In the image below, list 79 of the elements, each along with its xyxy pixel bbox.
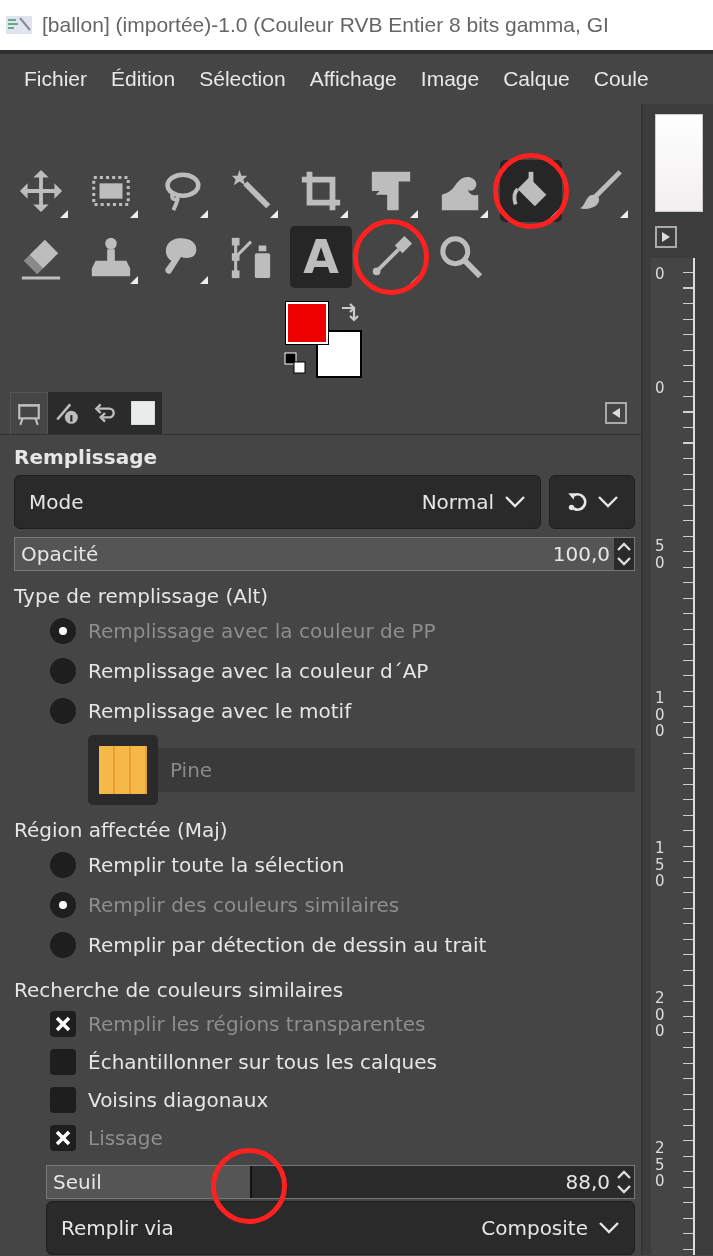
spin-arrows-icon xyxy=(614,538,634,570)
radio-button[interactable] xyxy=(50,658,76,684)
ruler-label: 50 xyxy=(655,538,666,571)
color-swatch[interactable] xyxy=(316,330,362,378)
tool-button[interactable]: A xyxy=(290,226,352,288)
chevron-down-icon xyxy=(598,1221,620,1235)
radio-button[interactable] xyxy=(50,932,76,958)
slider-label: Seuil xyxy=(52,1170,103,1194)
dock-tab[interactable] xyxy=(48,392,86,434)
ruler-label: 250 xyxy=(655,1140,666,1190)
navigate-button[interactable] xyxy=(655,226,677,248)
checkbox[interactable] xyxy=(50,1049,76,1075)
panel-title: Remplissage xyxy=(14,445,159,471)
reset-dropdown[interactable] xyxy=(549,475,635,529)
move-icon xyxy=(18,168,64,214)
menu-item[interactable]: Coule xyxy=(581,67,661,91)
wood-pattern-swatch xyxy=(99,746,147,794)
radio-button[interactable] xyxy=(50,618,76,644)
corner-triangle-icon xyxy=(200,210,208,218)
radio-label: Remplir toute la sélection xyxy=(88,853,345,877)
corner-triangle-icon xyxy=(410,210,418,218)
ruler-label: 0 xyxy=(655,266,666,283)
triangle-left-icon xyxy=(610,407,622,419)
corner-triangle-icon xyxy=(130,210,138,218)
opacity-slider[interactable]: Opacité 100,0 xyxy=(14,537,635,571)
ruler-label: 200 xyxy=(655,990,666,1040)
fill-via-dropdown[interactable]: Remplir via Composite xyxy=(46,1201,635,1255)
dock-tab[interactable] xyxy=(10,392,48,434)
pattern-button[interactable] xyxy=(88,735,158,805)
checkbox-label: Remplir les régions transparentes xyxy=(88,1012,426,1036)
checkbox[interactable] xyxy=(50,1125,76,1151)
corner-triangle-icon xyxy=(480,210,488,218)
dock-menu-button[interactable] xyxy=(605,402,627,424)
radio-label: Remplir des couleurs similaires xyxy=(88,893,400,917)
checkbox[interactable] xyxy=(50,1011,76,1037)
section-label: Recherche de couleurs similaires xyxy=(14,977,345,1004)
default-colors-icon[interactable] xyxy=(284,352,306,374)
chevron-down-icon xyxy=(504,495,526,509)
corner-triangle-icon xyxy=(60,210,68,218)
checkbox-label: Échantillonner sur tous les calques xyxy=(88,1050,437,1074)
checkbox-label: Lissage xyxy=(88,1126,163,1150)
radio-label: Remplissage avec le motif xyxy=(88,699,352,723)
slider-value: 88,0 xyxy=(565,1170,610,1194)
radio-button[interactable] xyxy=(50,852,76,878)
triangle-right-icon xyxy=(660,231,672,243)
radio-button[interactable] xyxy=(50,698,76,724)
image-thumbnail-icon xyxy=(130,400,156,426)
menu-item[interactable]: Sélection xyxy=(187,67,298,91)
checkbox[interactable] xyxy=(50,1087,76,1113)
radio-label: Remplissage avec la couleur d´AP xyxy=(88,659,429,683)
corner-triangle-icon xyxy=(620,210,628,218)
chevron-down-icon xyxy=(597,495,619,509)
menu-item[interactable]: Affichage xyxy=(297,67,409,91)
menu-item[interactable]: Calque xyxy=(491,67,582,91)
radio-label: Remplir par détection de dessin au trait xyxy=(88,933,487,957)
dock-tab[interactable] xyxy=(124,392,162,434)
corner-triangle-icon xyxy=(270,210,278,218)
ruler-label: 100 xyxy=(655,690,666,740)
mode-dropdown[interactable]: Mode Normal xyxy=(14,475,541,529)
radio-button[interactable] xyxy=(50,892,76,918)
zoom-icon xyxy=(438,234,484,280)
slider-label: Opacité xyxy=(20,542,100,566)
checkbox-label: Voisins diagonaux xyxy=(88,1088,269,1112)
ruler-label: 150 xyxy=(655,840,666,890)
ruler-label: 0 xyxy=(655,380,666,397)
section-label: Type de remplissage (Alt) xyxy=(14,583,270,610)
menu-item[interactable]: Image xyxy=(408,67,492,91)
radio-label: Remplissage avec la couleur de PP xyxy=(88,619,436,643)
corner-triangle-icon xyxy=(200,276,208,284)
corner-triangle-icon xyxy=(340,210,348,218)
menu-item[interactable]: Fichier xyxy=(12,67,99,91)
menu-item[interactable]: Édition xyxy=(99,67,188,91)
tool-button[interactable] xyxy=(500,160,562,222)
corner-triangle-icon xyxy=(130,276,138,284)
swap-arrows-icon[interactable] xyxy=(340,302,362,324)
section-label: Région affectée (Maj) xyxy=(14,817,229,844)
slider-value: 100,0 xyxy=(552,542,610,566)
window-title: [ballon] (importée)-1.0 (Couleur RVB Entier 8 bits gamma, GI xyxy=(42,13,609,37)
threshold-slider[interactable]: Seuil 88,0 xyxy=(46,1165,635,1199)
